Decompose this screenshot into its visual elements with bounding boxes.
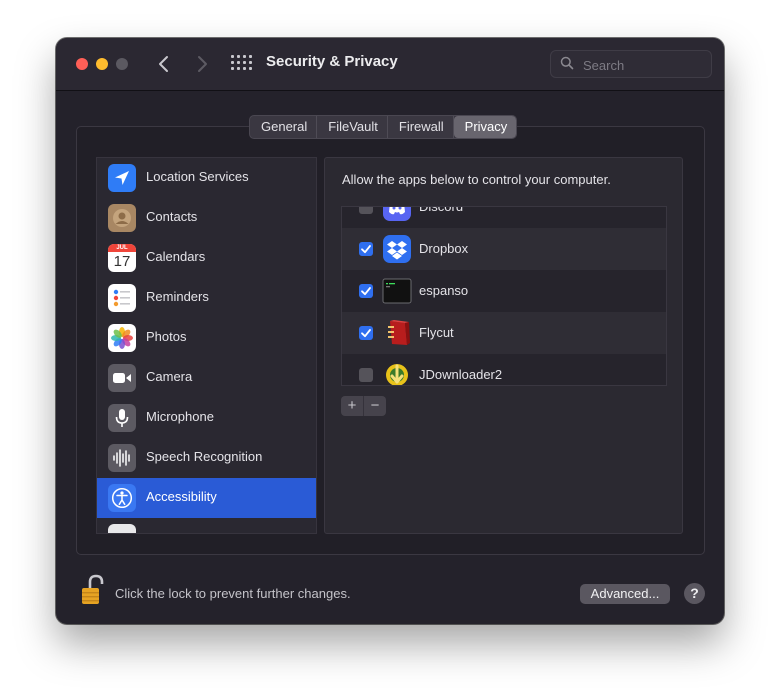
tab-firewall[interactable]: Firewall: [388, 116, 454, 138]
checkmark-icon: [361, 245, 371, 254]
help-button[interactable]: ?: [684, 583, 705, 604]
contacts-icon: [108, 204, 136, 232]
minimize-window-button[interactable]: [96, 58, 108, 70]
advanced-button[interactable]: Advanced...: [580, 584, 670, 604]
sidebar-item-label: Photos: [146, 329, 187, 344]
security-privacy-window: Security & Privacy General FileVault Fir…: [56, 38, 724, 624]
tab-filevault[interactable]: FileVault: [317, 116, 388, 138]
forward-button[interactable]: [190, 52, 214, 76]
app-label: Flycut: [419, 325, 454, 340]
reminders-icon: [108, 284, 136, 312]
checkmark-icon: [361, 329, 371, 338]
remove-app-button[interactable]: −: [363, 396, 386, 416]
dropbox-icon: [382, 234, 412, 264]
jdownloader-icon: [382, 360, 412, 385]
camera-icon: [108, 364, 136, 392]
app-checkbox[interactable]: [359, 368, 373, 382]
app-checkbox[interactable]: [359, 284, 373, 298]
title-bar: Security & Privacy: [56, 38, 724, 91]
chevron-right-icon: [198, 56, 207, 72]
sidebar-item-accessibility[interactable]: Accessibility: [97, 478, 316, 518]
flycut-icon: [382, 318, 412, 348]
sidebar-item-label: Camera: [146, 369, 193, 384]
sidebar-item-label: Location Services: [146, 169, 249, 184]
panel-description: Allow the apps below to control your com…: [342, 172, 611, 187]
lock-icon[interactable]: [80, 574, 106, 606]
photos-icon: [108, 324, 136, 352]
add-remove-controls: + −: [341, 396, 386, 416]
app-row-flycut[interactable]: Flycut: [342, 312, 666, 354]
privacy-category-list[interactable]: Location Services Contacts JUL 17 Calend…: [96, 157, 317, 534]
sidebar-item-microphone[interactable]: Microphone: [97, 398, 316, 438]
speech-icon: [108, 444, 136, 472]
app-label: Discord: [419, 206, 464, 214]
sidebar-item-speech-recognition[interactable]: Speech Recognition: [97, 438, 316, 478]
location-icon: [108, 164, 136, 192]
sidebar-item-calendars[interactable]: JUL 17 Calendars: [97, 238, 316, 278]
chevron-left-icon: [159, 56, 168, 72]
sidebar-item-label: Accessibility: [146, 489, 217, 504]
tab-general[interactable]: General: [250, 116, 318, 138]
sidebar-item-label: Calendars: [146, 249, 206, 264]
search-icon: [560, 56, 574, 70]
app-label: espanso: [419, 283, 469, 298]
sidebar-item-photos[interactable]: Photos: [97, 318, 316, 358]
app-checkbox[interactable]: [359, 242, 373, 256]
privacy-detail-panel: Allow the apps below to control your com…: [324, 157, 683, 534]
sidebar-item-contacts[interactable]: Contacts: [97, 198, 316, 238]
app-row-dropbox[interactable]: Dropbox: [342, 228, 666, 270]
lock-status-text: Click the lock to prevent further change…: [115, 586, 351, 601]
sidebar-item-camera[interactable]: Camera: [97, 358, 316, 398]
search-input[interactable]: [581, 54, 705, 76]
espanso-icon: [382, 276, 412, 306]
zoom-window-button[interactable]: [116, 58, 128, 70]
app-label: JDownloader2: [419, 367, 503, 382]
microphone-icon: [108, 404, 136, 432]
tab-privacy[interactable]: Privacy: [453, 116, 517, 138]
accessibility-icon: [108, 484, 136, 512]
app-list[interactable]: Discord Dropbox espanso Flycut JDownload…: [341, 206, 667, 386]
sidebar-item-label: Microphone: [146, 409, 214, 424]
app-checkbox[interactable]: [359, 326, 373, 340]
sidebar-item-label: Speech Recognition: [146, 449, 263, 464]
discord-icon: [382, 207, 412, 222]
app-checkbox[interactable]: [359, 207, 373, 214]
sidebar-item-partial[interactable]: [97, 518, 316, 533]
checkmark-icon: [361, 287, 371, 296]
close-window-button[interactable]: [76, 58, 88, 70]
sidebar-item-reminders[interactable]: Reminders: [97, 278, 316, 318]
back-button[interactable]: [152, 52, 176, 76]
calendar-icon: JUL 17: [108, 244, 136, 272]
app-row-espanso[interactable]: espanso: [342, 270, 666, 312]
app-row-jdownloader2[interactable]: JDownloader2: [342, 354, 666, 385]
sidebar-item-location-services[interactable]: Location Services: [97, 158, 316, 198]
app-row-discord[interactable]: Discord: [342, 206, 666, 228]
show-all-grid-icon[interactable]: [231, 55, 252, 71]
sidebar-item-label: Contacts: [146, 209, 198, 224]
add-app-button[interactable]: +: [341, 396, 363, 416]
partial-item-icon: [108, 524, 136, 533]
sidebar-item-label: Reminders: [146, 289, 209, 304]
search-field[interactable]: [550, 50, 712, 78]
app-label: Dropbox: [419, 241, 469, 256]
tab-bar: General FileVault Firewall Privacy: [249, 115, 518, 139]
window-title: Security & Privacy: [266, 53, 398, 70]
